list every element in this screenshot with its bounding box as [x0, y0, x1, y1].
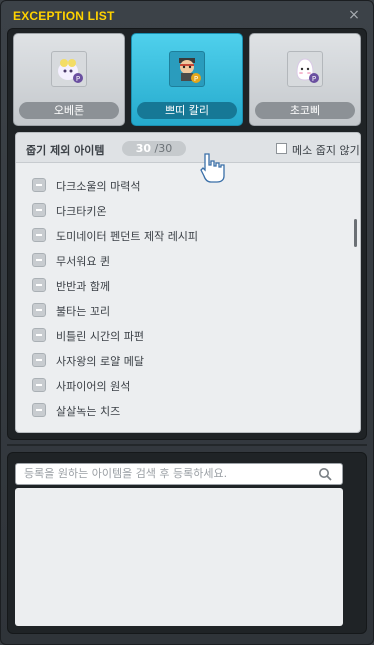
svg-text:P: P: [76, 75, 80, 83]
list-item[interactable]: 반반과 함께: [26, 275, 346, 295]
item-count: 30 /30: [122, 141, 186, 156]
remove-icon[interactable]: [32, 303, 46, 317]
chocopi-pet-icon: P: [287, 51, 323, 87]
list-item[interactable]: 불타는 꼬리: [26, 300, 346, 320]
search-placeholder: 등록을 원하는 아이템을 검색 후 등록하세요.: [24, 467, 228, 480]
list-item-label: 무서워요 퀸: [56, 255, 111, 268]
list-item[interactable]: 무서워요 퀸: [26, 250, 346, 270]
panel-divider: [7, 444, 367, 446]
search-results: [15, 488, 343, 626]
hand-cursor-icon: [200, 153, 225, 183]
list-item-label: 반반과 함께: [56, 280, 111, 293]
list-item[interactable]: 다크소울의 마력석: [26, 175, 346, 195]
pet-name-petit-kali: 쁘띠 칼리: [137, 102, 237, 119]
exception-item-list: 줍기 제외 아이템 30 /30 메소 줍지 않기 다크소울의 마력석 다크타키…: [15, 132, 361, 433]
search-input[interactable]: 등록을 원하는 아이템을 검색 후 등록하세요.: [15, 463, 343, 485]
pet-tab-oberon[interactable]: P 오베론: [13, 33, 125, 126]
remove-icon[interactable]: [32, 253, 46, 267]
pet-name-oberon: 오베론: [19, 102, 119, 119]
list-item-label: 도미네이터 펜던트 제작 레시피: [56, 230, 199, 243]
oberon-pet-icon: P: [51, 51, 87, 87]
remove-icon[interactable]: [32, 378, 46, 392]
list-item[interactable]: 사자왕의 로얄 메달: [26, 350, 346, 370]
list-item-label: 불타는 꼬리: [56, 305, 111, 318]
petit-kali-pet-icon: P: [169, 51, 205, 87]
list-item-label: 다크타키온: [56, 205, 107, 218]
list-item-label: 다크소울의 마력석: [56, 180, 141, 193]
remove-icon[interactable]: [32, 228, 46, 242]
list-item[interactable]: 비틀린 시간의 파편: [26, 325, 346, 345]
title-bar[interactable]: EXCEPTION LIST ×: [1, 1, 373, 31]
pet-exception-panel: P 오베론 P 쁘띠 칼리 P 초코삐 줍기 제외 아이템 30 /30 메소 …: [7, 28, 367, 440]
item-count-total: /30: [154, 142, 173, 155]
remove-icon[interactable]: [32, 203, 46, 217]
remove-icon[interactable]: [32, 353, 46, 367]
svg-text:P: P: [194, 75, 198, 83]
item-count-current: 30: [135, 142, 152, 155]
pet-name-chocopi: 초코삐: [255, 102, 355, 119]
list-item[interactable]: 도미네이터 펜던트 제작 레시피: [26, 225, 346, 245]
list-item-label: 사자왕의 로얄 메달: [56, 355, 144, 368]
pet-tab-chocopi[interactable]: P 초코삐: [249, 33, 361, 126]
list-item[interactable]: 살살녹는 치즈: [26, 400, 346, 420]
window-title: EXCEPTION LIST: [13, 9, 115, 23]
remove-icon[interactable]: [32, 403, 46, 417]
list-item-label: 살살녹는 치즈: [56, 405, 121, 418]
list-item-label: 비틀린 시간의 파편: [56, 330, 144, 343]
remove-icon[interactable]: [32, 278, 46, 292]
list-title: 줍기 제외 아이템: [26, 144, 105, 157]
list-item[interactable]: 사파이어의 원석: [26, 375, 346, 395]
meso-checkbox-label[interactable]: 메소 줍지 않기: [292, 142, 360, 158]
meso-checkbox[interactable]: [276, 143, 287, 154]
list-item[interactable]: 다크타키온: [26, 200, 346, 220]
close-icon[interactable]: ×: [347, 8, 361, 22]
remove-icon[interactable]: [32, 178, 46, 192]
pet-tab-petit-kali[interactable]: P 쁘띠 칼리: [131, 33, 243, 126]
list-item-label: 사파이어의 원석: [56, 380, 131, 393]
svg-text:P: P: [312, 75, 316, 83]
search-icon[interactable]: [318, 467, 332, 481]
remove-icon[interactable]: [32, 328, 46, 342]
list-header: 줍기 제외 아이템 30 /30 메소 줍지 않기: [16, 133, 360, 163]
list-scrollbar[interactable]: [354, 219, 357, 247]
